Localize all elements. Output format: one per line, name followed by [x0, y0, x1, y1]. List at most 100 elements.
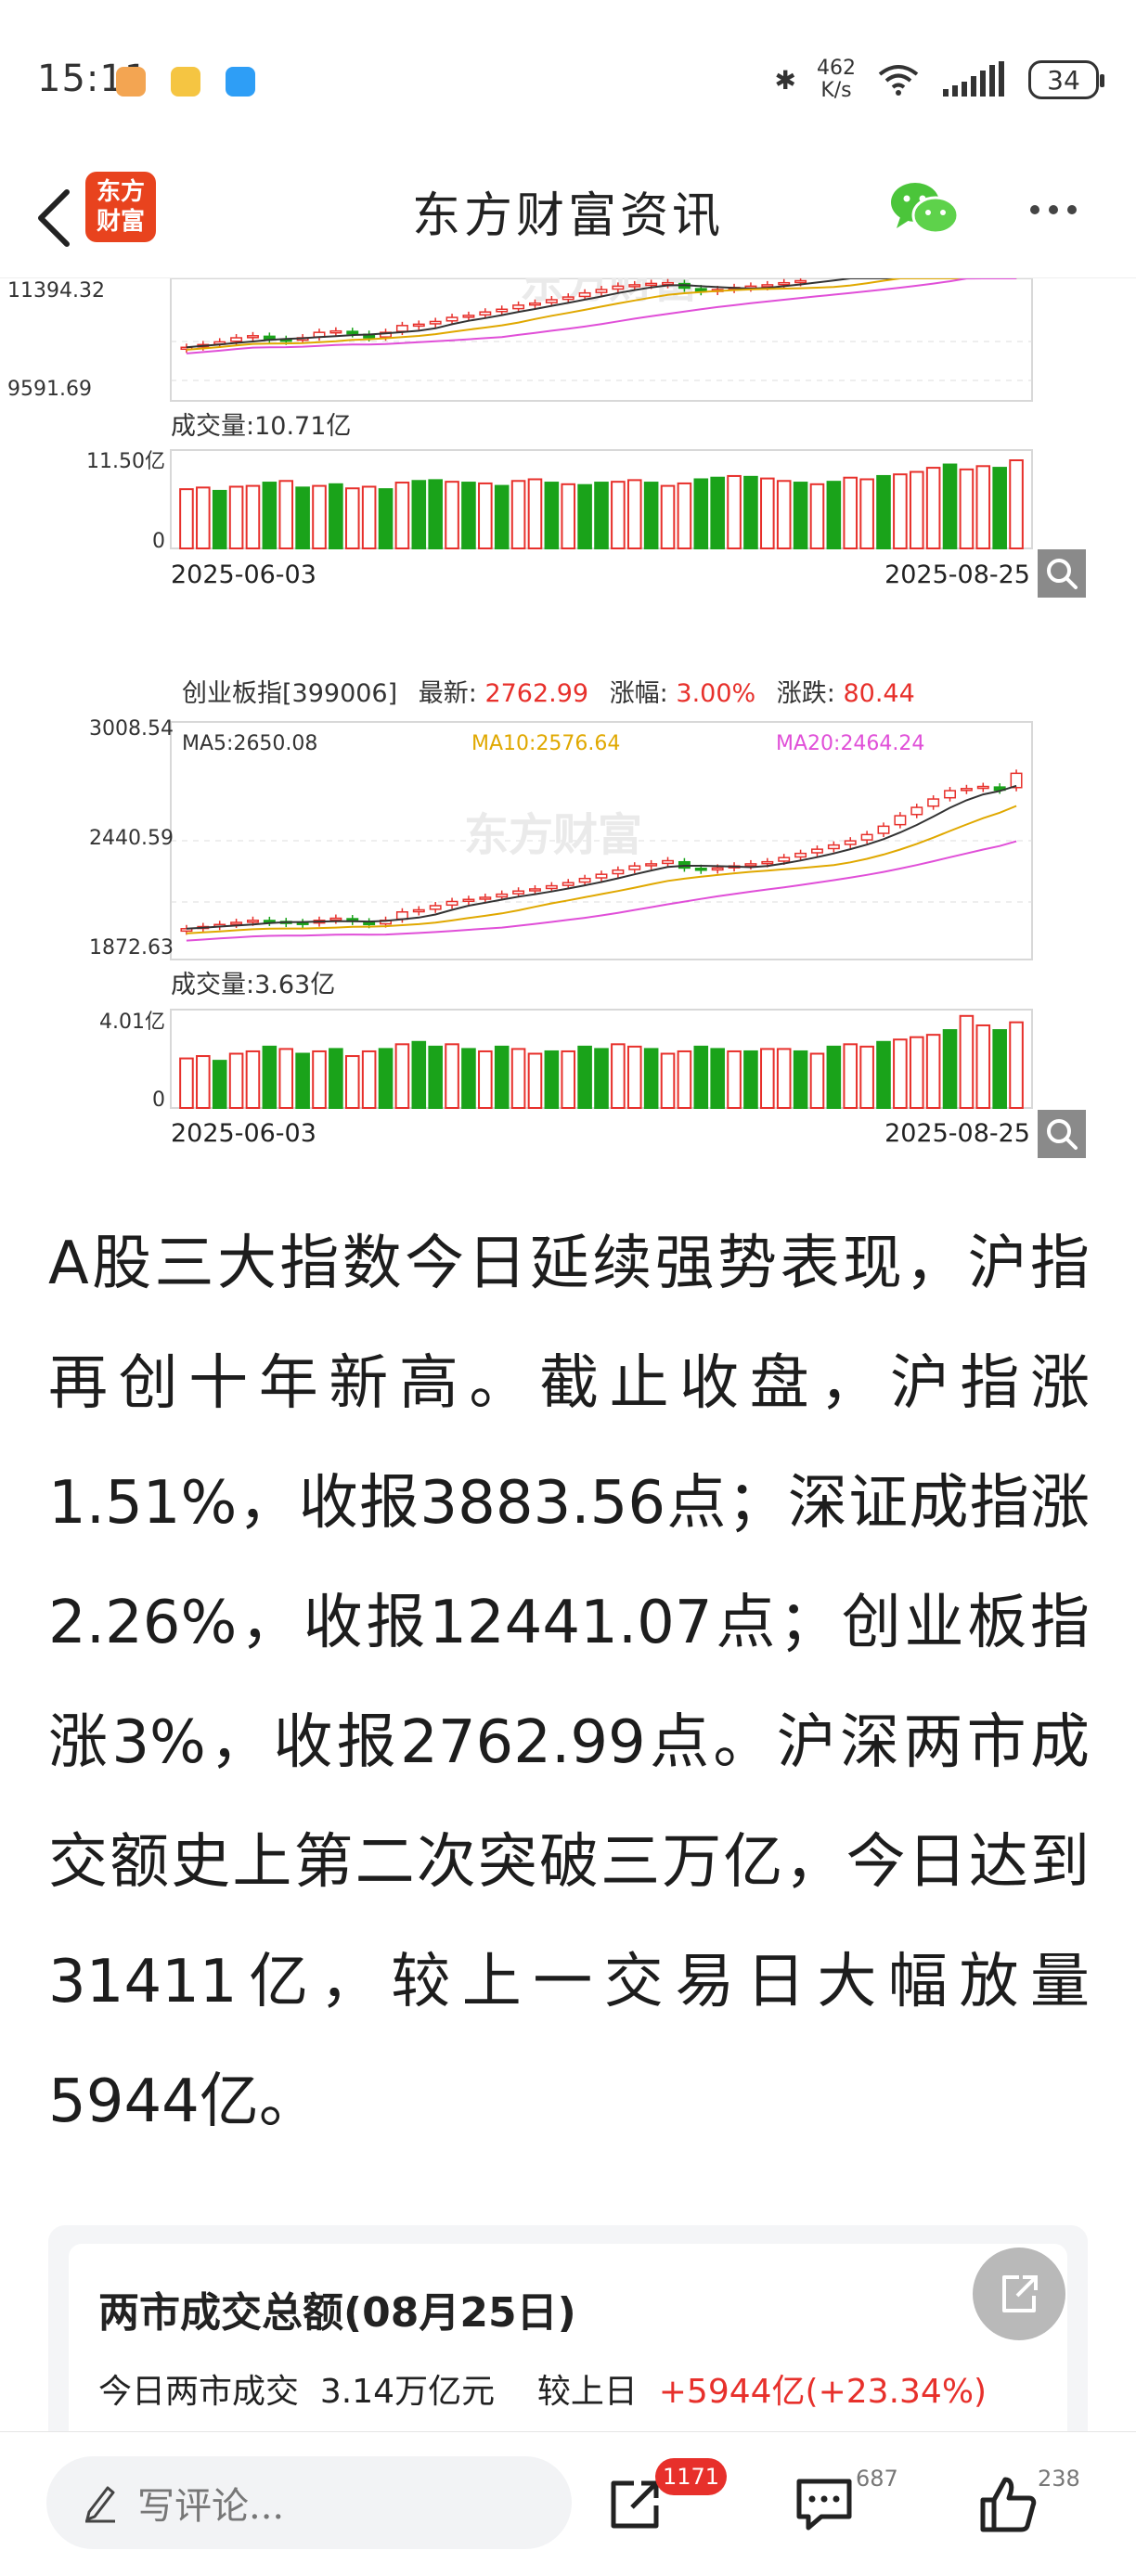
candle: [462, 898, 475, 902]
candle: [230, 337, 243, 342]
network-speed-unit: K/s: [820, 79, 852, 102]
candle: [810, 848, 823, 854]
volume-bar: [843, 1043, 858, 1109]
candle: [329, 329, 342, 334]
index-name: 创业板指[399006]: [182, 679, 397, 708]
volume-bar: [693, 1045, 709, 1109]
volume-bar: [760, 477, 775, 549]
candle: [479, 896, 492, 900]
wifi-icon: [878, 65, 919, 96]
volume-bar: [196, 486, 211, 549]
date-start-label: 2025-06-03: [171, 1119, 316, 1148]
chart2-zoom-button[interactable]: [1038, 1110, 1086, 1158]
share-icon: [1002, 2275, 1038, 2312]
more-menu-button[interactable]: [1021, 182, 1086, 238]
change-label: 涨幅:: [610, 679, 668, 708]
volume-bar: [361, 1050, 377, 1109]
date-end-label: 2025-08-25: [884, 560, 1030, 589]
volume-bar: [544, 1050, 560, 1109]
volume-bar: [909, 470, 924, 549]
candle: [910, 806, 923, 816]
page-title: 东方财富资讯: [411, 188, 724, 244]
volume-bar: [643, 482, 659, 549]
volume-bar: [727, 474, 742, 550]
candle: [662, 859, 675, 865]
comments-button[interactable]: [787, 2467, 861, 2542]
volume-bar: [527, 478, 543, 549]
change-value: 3.00%: [676, 679, 755, 708]
volume-bar: [411, 1040, 427, 1109]
volume-bar: [975, 1024, 991, 1109]
candle: [578, 291, 591, 298]
volume-bar: [544, 482, 560, 549]
volume-bar: [710, 1048, 725, 1109]
date-end-label: 2025-08-25: [884, 1119, 1030, 1148]
volume-bar: [478, 482, 493, 549]
volume-bar: [626, 1045, 642, 1109]
volume-bar: [677, 1050, 692, 1109]
volume-bar: [876, 474, 891, 550]
volume-bar: [245, 1050, 261, 1109]
volume-bar: [196, 1055, 211, 1109]
ma5-legend: MA5:2650.08: [182, 732, 317, 755]
candle: [545, 884, 558, 890]
floating-share-button[interactable]: [973, 2248, 1065, 2340]
volume-bar: [329, 483, 343, 550]
volume-bar: [378, 488, 394, 549]
candle: [894, 815, 907, 826]
volume-bar: [760, 1048, 775, 1109]
comment-input[interactable]: 写评论...: [46, 2456, 572, 2549]
volume-bar: [793, 1050, 808, 1109]
volume-bar: [577, 1045, 592, 1109]
volume-bar: [344, 487, 360, 549]
volume-bar: [461, 1048, 476, 1109]
candle: [694, 868, 707, 871]
volume-bar: [793, 482, 808, 549]
network-speed: 462 K/s: [817, 58, 856, 102]
candle: [711, 867, 724, 871]
volume-bar: [859, 1045, 874, 1109]
volume-bar: [893, 1038, 908, 1109]
volume-bar: [909, 1036, 924, 1109]
candle: [230, 921, 243, 925]
chart-header: 创业板指[399006] 最新: 2762.99 涨幅: 3.00% 涨跌: 8…: [182, 679, 915, 708]
volume-bar: [975, 465, 991, 550]
market-turnover-card[interactable]: 两市成交总额(08月25日) 今日两市成交 3.14万亿元 较上日 +5944亿…: [48, 2225, 1088, 2476]
volume-bar: [312, 484, 327, 550]
nav-bar: 东方 财富 东方财富资讯: [0, 158, 1136, 278]
thumbs-up-icon: [980, 2477, 1037, 2532]
candle: [645, 863, 658, 867]
card-title: 两市成交总额(08月25日): [98, 2289, 576, 2337]
volume-bar: [478, 1050, 493, 1109]
network-speed-value: 462: [817, 57, 856, 80]
candle: [395, 325, 408, 332]
more-dot-icon: [1067, 205, 1077, 214]
price-high-label: 3008.54: [89, 717, 174, 741]
volume-bar: [262, 1045, 278, 1109]
volume-bar: [594, 1048, 609, 1109]
volume-bar: [809, 483, 825, 550]
volume-bar: [992, 467, 1007, 549]
wechat-share-button[interactable]: [889, 178, 960, 239]
volume-bar: [445, 1043, 459, 1109]
candle: [1010, 772, 1023, 789]
more-dot-icon: [1030, 205, 1039, 214]
candle: [612, 285, 625, 290]
volume-bar: [743, 475, 758, 549]
chart1-zoom-button[interactable]: [1038, 549, 1086, 598]
price-low-label: 9591.69: [7, 378, 92, 401]
volume-label: 成交量:3.63亿: [171, 971, 335, 999]
status-bar: 15:11 ✱ 462 K/s 34: [0, 0, 1136, 158]
volume-bar: [893, 473, 908, 550]
volume-bar: [212, 1060, 227, 1109]
candle: [628, 865, 641, 870]
volume-bar: [942, 463, 958, 550]
price-mid-label: 2440.59: [89, 827, 174, 850]
like-button[interactable]: [971, 2467, 1045, 2542]
volume-bar: [394, 482, 410, 549]
volume-bar: [494, 484, 510, 550]
volume-bar: [643, 1048, 659, 1109]
date-start-label: 2025-06-03: [171, 560, 316, 589]
volume-bar: [677, 482, 692, 549]
volume-bar: [179, 1057, 194, 1109]
